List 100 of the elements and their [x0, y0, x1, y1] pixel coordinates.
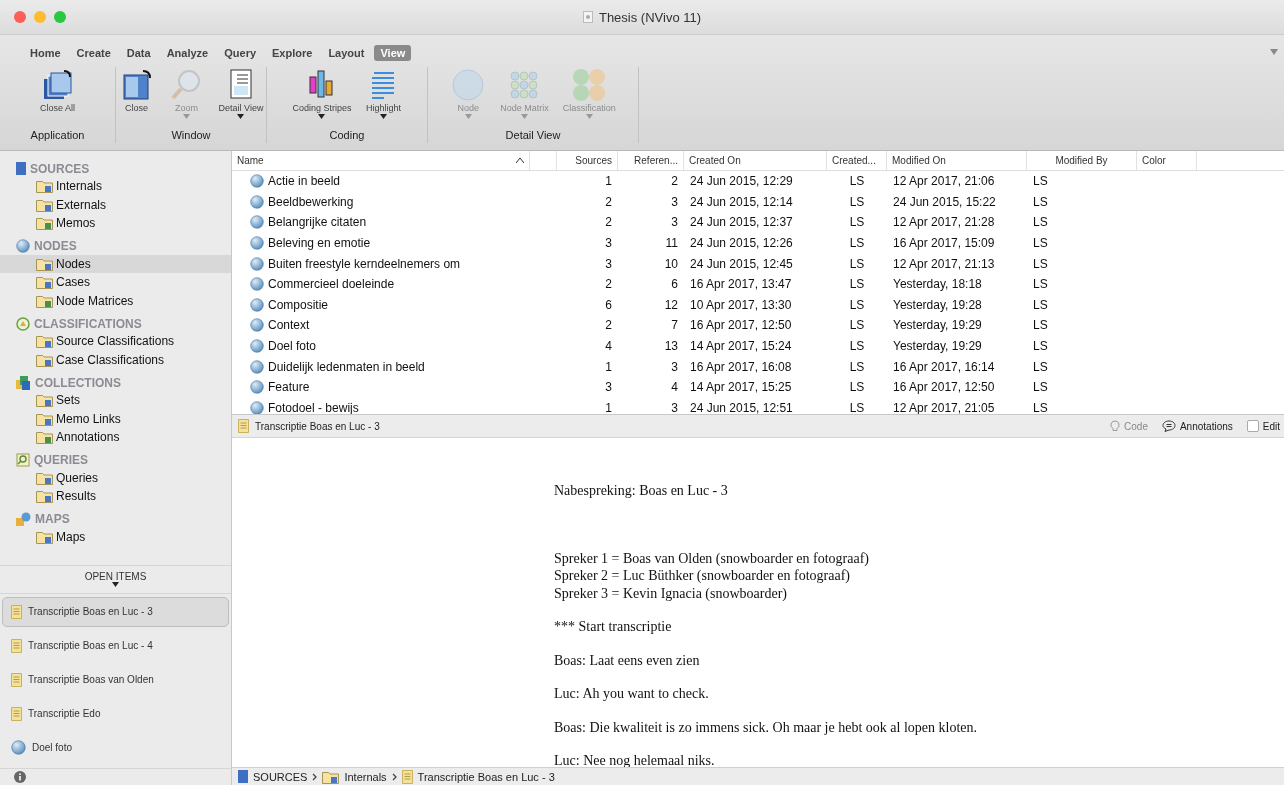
ribbon-button[interactable]: Close: [116, 67, 157, 127]
info-icon[interactable]: [14, 770, 26, 783]
table-cell-text: 3: [670, 194, 679, 209]
column-header[interactable]: Color: [1137, 151, 1197, 170]
breadcrumb-item[interactable]: Transcriptie Boas en Luc - 3: [417, 770, 555, 783]
document-text-line: Nabespreking: Boas en Luc - 3: [554, 482, 729, 500]
column-header[interactable]: Modified By: [1027, 151, 1137, 170]
ribbon-button[interactable]: Close All: [37, 67, 78, 127]
folder-icon: [36, 470, 53, 485]
breadcrumb-item[interactable]: SOURCES: [253, 770, 308, 783]
document-text-line: *** Start transcriptie: [554, 618, 673, 636]
node-name-cell[interactable]: Feature: [232, 380, 530, 395]
table-cell-text: Yesterday, 19:29: [892, 339, 983, 354]
node-name-cell[interactable]: Belangrijke citaten: [232, 215, 530, 230]
sidebar-item[interactable]: Queries: [0, 468, 231, 487]
query-icon: [16, 453, 30, 467]
node-name-cell[interactable]: Doel foto: [232, 339, 530, 354]
column-header[interactable]: Name: [232, 151, 530, 170]
ribbon-tab[interactable]: Create: [70, 45, 117, 61]
node-icon: [250, 297, 264, 312]
folder-icon: [36, 393, 53, 408]
ribbon-group-label: Coding: [329, 129, 365, 141]
chevron-right-icon: [312, 772, 318, 781]
sidebar-item[interactable]: Externals: [0, 195, 231, 214]
table-cell-text: 6: [670, 277, 679, 292]
document-text-line: Spreker 2 = Luc Büthker (snowboarder en fotograaf): [554, 567, 851, 585]
node-name-cell[interactable]: Context: [232, 318, 530, 333]
ribbon-group-label: Detail View: [505, 129, 561, 141]
table-cell-text: Yesterday, 19:29: [892, 318, 983, 333]
sidebar-item[interactable]: Annotations: [0, 428, 231, 447]
open-item[interactable]: Doel foto: [2, 732, 229, 763]
column-header[interactable]: Referen...: [618, 151, 684, 170]
table-cell-text: 24 Jun 2015, 12:45: [689, 256, 794, 271]
close-window-button[interactable]: [14, 11, 26, 23]
table-cell-text: 4: [670, 380, 679, 395]
ribbon-tab[interactable]: Analyze: [160, 45, 215, 61]
table-cell-text: 12 Apr 2017, 21:13: [892, 256, 996, 271]
ribbon-collapse-caret-icon: [1270, 49, 1278, 55]
sidebar-item[interactable]: Memo Links: [0, 409, 231, 428]
ribbon-tab[interactable]: Query: [218, 45, 263, 61]
node-name-cell[interactable]: Duidelijk ledenmaten in beeld: [232, 359, 530, 374]
ribbon-button[interactable]: Highlight: [363, 67, 404, 127]
table-cell-text: 3: [604, 256, 613, 271]
edit-checkbox[interactable]: Edit: [1242, 420, 1284, 432]
sidebar-item[interactable]: Results: [0, 487, 231, 506]
table-cell-text: 1: [604, 400, 613, 414]
node-name-cell[interactable]: Compositie: [232, 297, 530, 312]
column-header[interactable]: Modified On: [887, 151, 1027, 170]
sidebar-item[interactable]: Source Classifications: [0, 332, 231, 351]
node-name-cell[interactable]: Actie in beeld: [232, 174, 530, 189]
open-item[interactable]: Transcriptie Boas van Olden: [2, 664, 229, 695]
ribbon-button[interactable]: Detail View: [216, 67, 266, 127]
table-cell-text: 24 Jun 2015, 12:37: [689, 215, 794, 230]
sidebar-item[interactable]: Cases: [0, 273, 231, 292]
open-item[interactable]: Transcriptie Boas en Luc - 3: [2, 596, 229, 627]
table-cell-text: 12 Apr 2017, 21:28: [892, 215, 996, 230]
ribbon-tab[interactable]: Layout: [322, 45, 371, 61]
open-item[interactable]: Transcriptie Edo: [2, 698, 229, 729]
table-cell-text: LS: [848, 174, 866, 189]
sidebar-item[interactable]: Node Matrices: [0, 291, 231, 310]
column-header[interactable]: Sources: [557, 151, 618, 170]
column-header[interactable]: Created...: [827, 151, 887, 170]
folder-icon: [36, 179, 53, 194]
table-cell-text: LS: [848, 236, 866, 251]
sidebar-item[interactable]: Case Classifications: [0, 350, 231, 369]
zoom-window-button[interactable]: [54, 11, 66, 23]
ribbon-tab[interactable]: Explore: [266, 45, 319, 61]
sidebar-item[interactable]: Internals: [0, 177, 231, 196]
table-cell-text: 13: [663, 339, 679, 354]
ribbon-tab[interactable]: Home: [24, 45, 67, 61]
table-cell-text: LS: [848, 215, 866, 230]
open-item[interactable]: Transcriptie Boas en Luc - 4: [2, 630, 229, 661]
sidebar-item[interactable]: Maps: [0, 527, 231, 546]
sidebar-item[interactable]: Nodes: [0, 254, 231, 273]
node-icon: [250, 277, 264, 292]
collection-icon: [16, 375, 31, 390]
node-sphere-icon: [450, 67, 487, 103]
breadcrumb-item[interactable]: Internals: [344, 770, 387, 783]
sidebar-item[interactable]: Sets: [0, 391, 231, 410]
table-cell-text: 16 Apr 2017, 16:14: [892, 359, 996, 374]
table-cell-text: 24 Jun 2015, 12:29: [689, 174, 794, 189]
minimize-window-button[interactable]: [34, 11, 46, 23]
ribbon-button[interactable]: Coding Stripes: [290, 67, 354, 127]
node-icon: [250, 318, 264, 333]
node-name-cell[interactable]: Beeldbewerking: [232, 194, 530, 209]
column-header[interactable]: Created On: [684, 151, 827, 170]
table-cell-text: 3: [670, 359, 679, 374]
node-icon: [250, 256, 264, 271]
table-cell-text: 3: [670, 215, 679, 230]
table-cell-text: LS: [848, 400, 866, 414]
node-name-cell[interactable]: Beleving en emotie: [232, 236, 530, 251]
node-name-cell[interactable]: Buiten freestyle kerndeelnemers om: [232, 256, 530, 271]
node-name-cell[interactable]: Commercieel doeleinde: [232, 277, 530, 292]
ribbon-tab[interactable]: Data: [120, 45, 157, 61]
open-items-title[interactable]: OPEN ITEMS: [84, 571, 147, 583]
sidebar-item[interactable]: Memos: [0, 214, 231, 233]
node-name-cell[interactable]: Fotodoel - bewijs: [232, 400, 530, 414]
table-cell-text: LS: [848, 318, 866, 333]
annotations-button[interactable]: Annotations: [1157, 420, 1237, 432]
window-title: Thesis (NVivo 11): [598, 9, 702, 25]
